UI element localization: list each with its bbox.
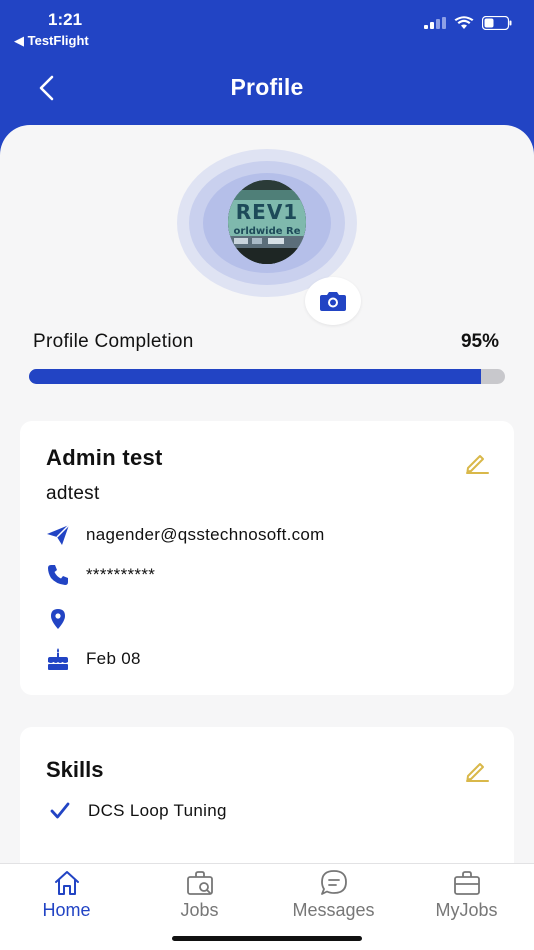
avatar[interactable]: REV1 orldwide Re: [228, 180, 306, 264]
tab-home-label: Home: [42, 900, 91, 920]
tab-home[interactable]: Home: [0, 864, 133, 934]
home-icon: [54, 871, 79, 895]
home-indicator: [172, 936, 362, 941]
avatar-container: REV1 orldwide Re: [177, 149, 357, 297]
profile-info-card: Admin test adtest nagender@qsstechnosoft…: [20, 421, 514, 695]
birthday-text: Feb 08: [86, 649, 141, 668]
tab-jobs-label: Jobs: [180, 900, 219, 920]
profile-completion-label: Profile Completion: [33, 331, 194, 352]
edit-profile-button[interactable]: [464, 449, 490, 475]
phone-icon: [46, 563, 70, 587]
location-pin-icon: [46, 607, 70, 631]
profile-sheet: REV1 orldwide Re Profile Completion 95% …: [0, 125, 534, 865]
avatar-photo-text-1: REV1: [235, 200, 299, 224]
status-icons: [424, 16, 512, 30]
pencil-icon: [466, 455, 489, 474]
change-photo-button[interactable]: [305, 277, 361, 325]
email-row: nagender@qsstechnosoft.com: [46, 523, 324, 547]
phone-row: **********: [46, 563, 155, 587]
phone-text[interactable]: **********: [86, 565, 155, 585]
skills-title: Skills: [46, 757, 104, 782]
profile-completion-bar-fill: [29, 369, 482, 384]
wifi-icon: [454, 16, 474, 29]
back-to-testflight[interactable]: ◀ TestFlight: [14, 33, 89, 49]
tab-messages-label: Messages: [292, 900, 375, 920]
send-icon: [46, 523, 70, 547]
checkmark-icon: [48, 799, 72, 823]
skill-item: DCS Loop Tuning: [48, 799, 226, 823]
edit-skills-button[interactable]: [464, 757, 490, 783]
camera-icon: [320, 292, 346, 311]
signal-icon: [424, 17, 446, 29]
pencil-icon: [466, 763, 489, 782]
profile-username: adtest: [46, 483, 100, 504]
location-row: [46, 607, 70, 631]
battery-icon: [482, 16, 512, 30]
status-time: 1:21: [48, 10, 83, 29]
tab-messages[interactable]: Messages: [267, 864, 400, 934]
profile-completion-bar: [29, 369, 505, 384]
profile-completion-value: 95%: [460, 331, 499, 352]
birthday-row: Feb 08: [46, 647, 140, 671]
jobs-icon: [186, 871, 213, 895]
tab-jobs[interactable]: Jobs: [133, 864, 266, 934]
profile-name: Admin test: [46, 445, 163, 470]
skill-label: DCS Loop Tuning: [88, 801, 227, 820]
page-title: Profile: [230, 74, 304, 100]
skills-card: Skills DCS Loop Tuning: [20, 727, 514, 865]
email-text[interactable]: nagender@qsstechnosoft.com: [86, 525, 325, 545]
myjobs-icon: [453, 871, 480, 895]
tab-myjobs[interactable]: MyJobs: [400, 864, 533, 934]
tab-myjobs-label: MyJobs: [435, 900, 498, 920]
messages-icon: [320, 870, 347, 895]
cake-icon: [46, 647, 70, 671]
avatar-photo-text-2: orldwide Re: [233, 226, 301, 237]
